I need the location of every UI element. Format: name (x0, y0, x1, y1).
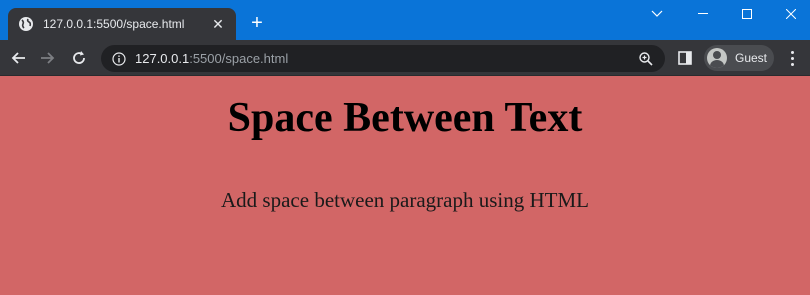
plus-icon[interactable]: + (246, 12, 268, 34)
zoom-icon[interactable] (637, 50, 655, 68)
maximize-icon[interactable] (724, 0, 770, 28)
back-arrow-icon[interactable] (8, 47, 30, 69)
browser-toolbar: 127.0.0.1:5500/space.html Guest (0, 40, 810, 76)
address-bar[interactable]: 127.0.0.1:5500/space.html (101, 45, 665, 72)
close-icon[interactable]: ✕ (210, 16, 226, 32)
profile-label: Guest (735, 51, 768, 65)
globe-icon (18, 16, 34, 32)
reload-icon[interactable] (68, 47, 90, 69)
page-content: Space Between Text Add space between par… (0, 77, 810, 295)
close-icon[interactable] (768, 0, 810, 28)
forward-arrow-icon[interactable] (36, 47, 58, 69)
profile-button[interactable]: Guest (704, 45, 774, 71)
url-text: 127.0.0.1:5500/space.html (135, 51, 288, 66)
more-menu-icon[interactable] (782, 47, 802, 69)
url-host: 127.0.0.1 (135, 51, 190, 66)
side-panel-icon[interactable] (676, 49, 694, 67)
url-path: :5500/space.html (189, 51, 289, 66)
title-bar: 127.0.0.1:5500/space.html ✕ + (0, 0, 810, 40)
avatar (707, 48, 727, 68)
info-icon[interactable] (111, 51, 127, 67)
chevron-down-icon[interactable] (634, 0, 680, 28)
minimize-icon[interactable] (680, 0, 726, 28)
browser-tab[interactable]: 127.0.0.1:5500/space.html ✕ (8, 8, 236, 40)
tab-title: 127.0.0.1:5500/space.html (43, 17, 185, 31)
page-heading: Space Between Text (227, 95, 583, 141)
page-paragraph: Add space between paragraph using HTML (221, 188, 589, 212)
